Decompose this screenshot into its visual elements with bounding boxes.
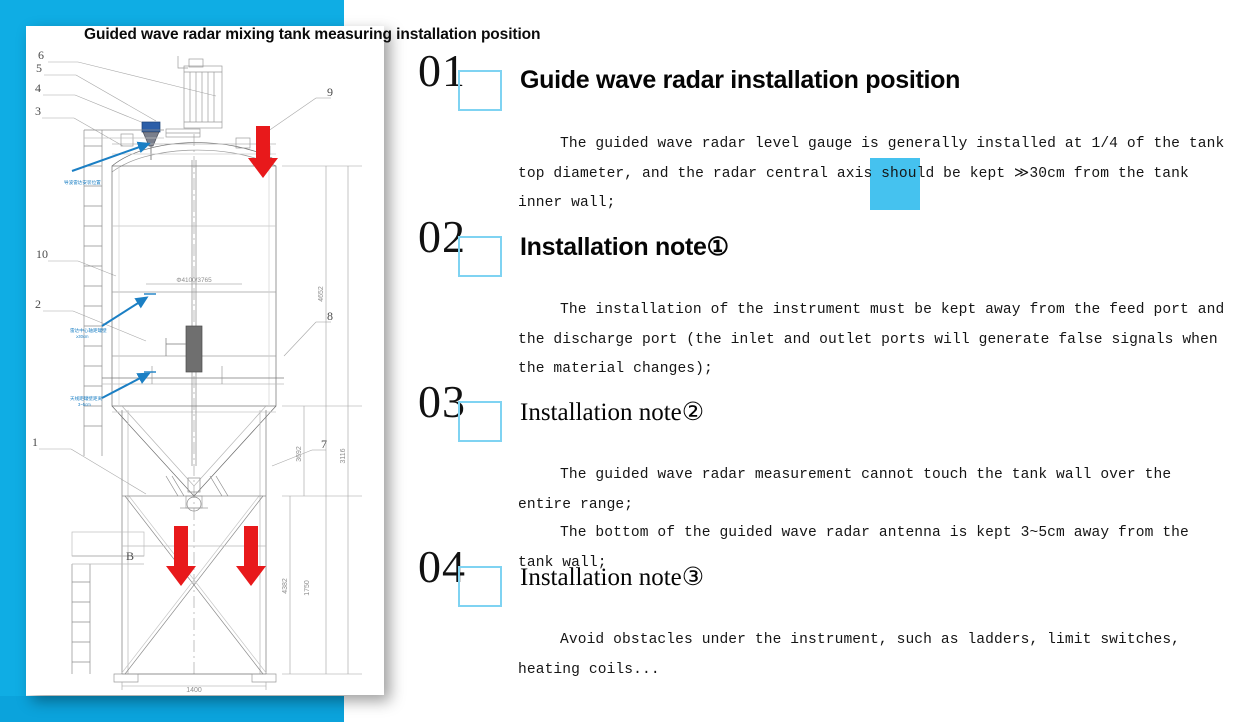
red-arrow-right [236,526,266,586]
section-04-heading: Installation note③ [520,564,705,591]
section-03-heading: Installation note② [520,399,705,426]
annotation-wall-distance-value: ≥30cm [76,334,89,339]
section-03-paragraph-1: The guided wave radar measurement cannot… [518,467,1172,513]
callout-9: 9 [327,85,333,99]
section-03-marker [458,401,502,442]
section-02-heading: Installation note① [520,233,729,261]
callout-1: 1 [32,435,38,449]
callout-5: 5 [36,61,42,75]
diameter-label: Φ4100/3765 [176,277,212,284]
section-01-heading: Guide wave radar installation position [520,66,961,94]
red-arrow-top [248,126,278,178]
section-01-marker [458,70,502,111]
technical-drawing-card: 4652 3116 3692 1750 4382 1400 Φ4100/3765… [26,26,384,695]
left-accent-bar [0,0,26,722]
callout-B: B [126,549,134,563]
dim-1750: 1750 [304,580,311,596]
dim-3692: 3692 [296,446,303,462]
slide-root: 4652 3116 3692 1750 4382 1400 Φ4100/3765… [0,0,1242,722]
section-04-paragraph: Avoid obstacles under the instrument, su… [518,632,1181,678]
callout-6: 6 [38,48,44,62]
dim-1400: 1400 [186,687,202,694]
dim-4652: 4652 [318,286,325,302]
dim-3116: 3116 [340,448,347,463]
bottom-accent-bar [0,696,344,722]
annotation-radar-position: 导波雷达安装位置 [64,179,101,186]
callout-4: 4 [35,81,41,95]
callout-10: 10 [36,247,48,261]
top-accent-bar [0,0,344,26]
annotation-antenna-gap: 天线距罐壁距离 [70,395,103,402]
annotation-antenna-gap-value: 3~5cm [78,402,91,407]
content-column: 01 Guide wave radar installation positio… [410,0,1242,722]
section-04-marker [458,566,502,607]
mixing-tank-drawing: 4652 3116 3692 1750 4382 1400 Φ4100/3765… [32,48,362,694]
callout-7: 7 [321,437,327,451]
section-01-paragraph: The guided wave radar level gauge is gen… [518,136,1225,211]
callout-8: 8 [327,309,333,323]
callout-2: 2 [35,297,41,311]
annotation-wall-distance: 雷达中心轴距罐壁 [70,327,107,334]
section-02-marker [458,236,502,277]
dim-4382: 4382 [282,578,289,594]
section-02-paragraph: The installation of the instrument must … [518,302,1225,377]
callout-3: 3 [35,104,41,118]
